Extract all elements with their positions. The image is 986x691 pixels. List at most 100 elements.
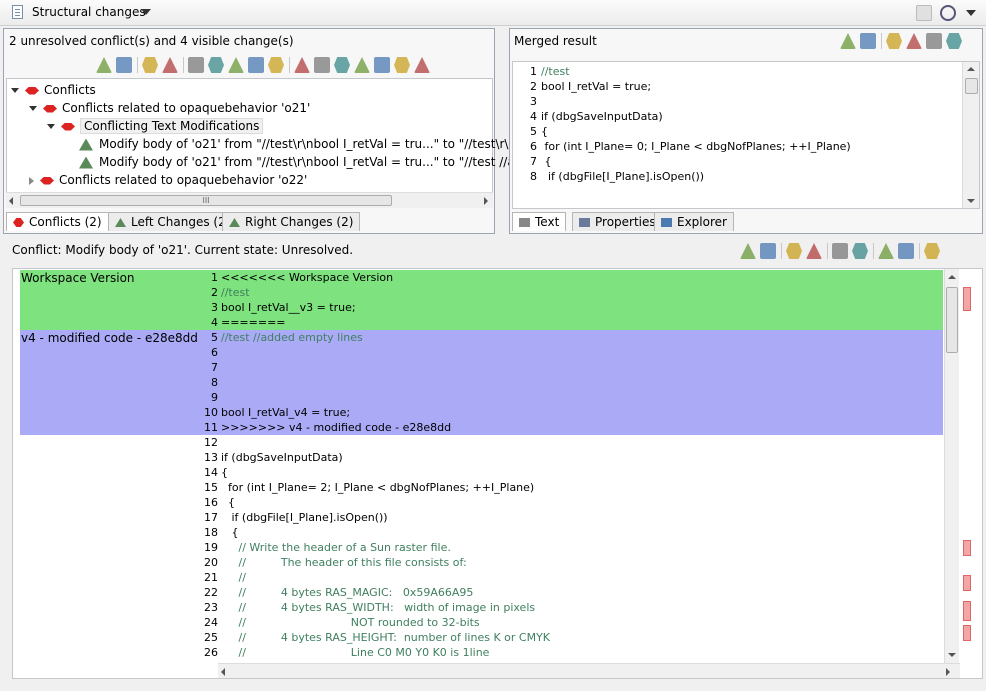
filter-icon[interactable] [940,5,956,21]
tree-item-label: Conflicts [44,83,96,97]
tab-text[interactable]: Text [512,212,567,231]
toolbar-separator [881,33,882,49]
structure-panel: 2 unresolved conflict(s) and 4 visible c… [3,28,524,234]
warning-icon[interactable] [188,57,204,73]
collapse-arrow-icon[interactable] [11,88,19,93]
save-all-icon[interactable] [926,33,942,49]
menu-icon[interactable] [414,57,430,73]
expand-arrow-icon[interactable] [29,176,34,185]
scroll-left-icon[interactable] [221,668,225,676]
copy-icon[interactable] [142,57,158,73]
tab-icon [13,218,24,227]
code-line: { [541,125,548,138]
group-icon[interactable] [374,57,390,73]
change-marker[interactable] [963,575,971,591]
view-menu-dropdown-icon[interactable] [141,9,151,15]
accept-left-icon[interactable] [740,243,756,259]
tree-item[interactable]: Modify body of 'o21' from "//test\r\nboo… [65,153,522,171]
collapse-icon[interactable] [354,57,370,73]
tree-item[interactable]: Conflicts related to opaquebehavior 'o22… [29,171,307,189]
vscroll-thumb[interactable] [946,287,958,353]
code-line: bool I_retVal__v3 = true; [221,301,356,314]
export-icon[interactable] [946,33,962,49]
tab-properties[interactable]: Properties [572,212,663,231]
conflict-hscrollbar[interactable] [218,663,960,678]
warn-next-icon[interactable] [878,243,894,259]
warn-prev-icon[interactable] [898,243,914,259]
expand-icon[interactable] [268,57,284,73]
line-number: 8 [211,376,218,389]
tree-item[interactable]: Modify body of 'o21' from "//test\r\nboo… [65,135,524,153]
collapse-arrow-icon[interactable] [47,124,55,129]
code-line: >>>>>>> v4 - modified code - e28e8dd [221,421,452,434]
line-number: 2 [211,286,218,299]
line-number: 6 [530,140,537,153]
merge-right-icon[interactable] [806,243,822,259]
toolbar-separator [183,57,184,73]
line-number: 14 [204,466,218,479]
vscroll-thumb[interactable] [965,78,978,94]
merge-left-icon[interactable] [786,243,802,259]
tree-item[interactable]: Conflicts related to opaquebehavior 'o21… [29,99,310,117]
dropdown-icon[interactable] [966,10,976,16]
layout-icon[interactable] [916,5,932,21]
accept-icon[interactable] [832,243,848,259]
change-marker[interactable] [963,625,971,641]
code-line: //test [541,65,570,78]
change-marker[interactable] [963,601,971,621]
layout-icon[interactable] [924,243,940,259]
collapse-arrow-icon[interactable] [29,106,37,111]
code-line: if (dbgSaveInputData) [221,451,343,464]
warning-up-icon[interactable] [208,57,224,73]
tab-conflicts[interactable]: Conflicts (2) [6,212,109,231]
up-icon[interactable] [334,57,350,73]
tab-right-changes[interactable]: Right Changes (2) [222,212,361,231]
scroll-down-icon[interactable] [967,199,975,203]
filter-up-icon[interactable] [394,57,410,73]
code-line: { [541,155,552,168]
accept-right-icon[interactable] [760,243,776,259]
tree-hscrollbar[interactable]: III [6,192,493,208]
scroll-left-icon[interactable] [9,197,13,205]
conflict-editor[interactable]: Workspace Version v4 - modified code - e… [12,268,983,679]
reject-icon[interactable] [852,243,868,259]
accept-all-icon[interactable] [96,57,112,73]
change-marker[interactable] [963,540,971,556]
scroll-right-icon[interactable] [484,197,488,205]
tab-left-changes[interactable]: Left Changes (2) [108,212,238,231]
warning-both-icon[interactable] [228,57,244,73]
tab-icon [519,218,530,227]
code-line: if (dbgSaveInputData) [541,110,663,123]
line-number: 23 [204,601,218,614]
redo-icon[interactable] [860,33,876,49]
next-icon[interactable] [294,57,310,73]
scroll-up-icon[interactable] [967,67,975,71]
warning-filter-icon[interactable] [248,57,264,73]
check-icon[interactable] [906,33,922,49]
undo-icon[interactable] [840,33,856,49]
merged-vscrollbar[interactable] [962,62,979,208]
line-number: 12 [204,436,218,449]
merged-editor[interactable]: 1 //test 2 bool I_retVal = true; 3 4 if (dbgSa… [512,61,980,209]
scroll-down-icon[interactable] [948,653,956,657]
line-number: 16 [204,496,218,509]
merge-icon[interactable] [162,57,178,73]
line-number: 3 [211,301,218,314]
line-number: 4 [211,316,218,329]
code-line: <<<<<<< Workspace Version [221,271,394,284]
conflict-toolbar [740,241,980,261]
scroll-up-icon[interactable] [948,275,956,279]
change-marker[interactable] [963,287,971,311]
tree-item[interactable]: Conflicting Text Modifications [47,117,264,135]
prev-icon[interactable] [314,57,330,73]
scroll-right-icon[interactable] [946,668,950,676]
tab-label: Explorer [677,215,727,229]
view-title: Structural changes [32,5,146,19]
conflict-vscrollbar[interactable] [944,269,959,663]
reject-all-icon[interactable] [116,57,132,73]
hscroll-thumb[interactable]: III [20,195,392,206]
save-icon[interactable] [886,33,902,49]
tree-item-label: Modify body of 'o21' from "//test\r\nboo… [99,155,523,169]
tab-explorer[interactable]: Explorer [654,212,734,231]
tree-item[interactable]: Conflicts [11,81,96,99]
